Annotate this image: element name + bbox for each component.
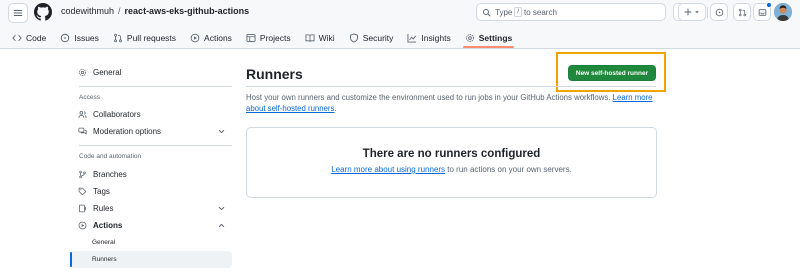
repo-name-link[interactable]: react-aws-eks-github-actions (125, 6, 250, 16)
tab-label: Wiki (318, 32, 335, 43)
tab-label: Actions (204, 32, 232, 43)
sidebar-heading-code: Code and automation (79, 153, 142, 160)
plus-icon (684, 8, 692, 16)
tab-label: Projects (259, 32, 291, 43)
chevron-down-icon (218, 206, 225, 211)
sidebar-item-branches[interactable]: Branches (70, 166, 232, 183)
header-divider (707, 7, 708, 18)
sidebar-item-general[interactable]: General (70, 64, 232, 81)
empty-state-description: Learn more about using runners to run ac… (247, 165, 656, 174)
tab-security[interactable]: Security (345, 27, 398, 48)
hamburger-icon (13, 10, 23, 16)
tab-settings[interactable]: Settings (461, 27, 517, 48)
global-header: codewithmuh / react-aws-eks-github-actions… (0, 0, 800, 48)
avatar[interactable] (774, 3, 792, 21)
sidebar-item-moderation[interactable]: Moderation options (70, 123, 232, 140)
issues-button[interactable] (710, 3, 728, 21)
search-placeholder-suffix: to search (524, 7, 557, 17)
book-icon (305, 33, 315, 42)
pull-request-icon (114, 33, 122, 42)
user-avatar-icon (774, 3, 792, 21)
tab-label: Settings (478, 32, 513, 43)
tab-issues[interactable]: Issues (56, 27, 103, 48)
code-icon (12, 34, 22, 41)
breadcrumb-separator: / (118, 6, 121, 16)
sidebar-item-actions-general[interactable]: General (70, 234, 232, 251)
sidebar-item-label: General (93, 68, 122, 77)
people-icon (78, 111, 87, 118)
tab-label: Insights (421, 32, 451, 43)
tab-code[interactable]: Code (8, 27, 50, 48)
new-self-hosted-runner-button[interactable]: New self-hosted runner (568, 65, 656, 81)
sidebar-divider (79, 86, 232, 87)
sidebar-item-label: Actions (93, 221, 123, 230)
git-branch-icon (79, 170, 86, 179)
issue-opened-icon (715, 8, 723, 16)
tab-pull-requests[interactable]: Pull requests (109, 27, 180, 48)
gear-icon (465, 33, 474, 42)
page-description: Host your own runners and customize the … (246, 92, 658, 114)
page-title: Runners (246, 66, 303, 82)
selected-indicator (70, 252, 72, 267)
tab-label: Code (26, 32, 47, 43)
issue-icon (61, 33, 70, 42)
shield-icon (349, 32, 358, 43)
gear-icon (79, 69, 86, 76)
search-shortcut-key: / (514, 7, 523, 17)
github-logo-icon[interactable] (34, 3, 52, 21)
description-period: . (334, 104, 337, 113)
breadcrumb: codewithmuh / react-aws-eks-github-actions (61, 6, 249, 16)
graph-icon (407, 33, 417, 42)
search-input[interactable]: Type / to search (476, 3, 666, 21)
sidebar-item-label: Branches (93, 170, 127, 179)
sidebar-heading-access: Access (79, 94, 100, 101)
sidebar-item-actions[interactable]: Actions (70, 217, 232, 234)
sidebar-item-tags[interactable]: Tags (70, 183, 232, 200)
pull-requests-button[interactable] (733, 3, 751, 21)
empty-state-suffix: to run actions on your own servers. (447, 165, 572, 174)
play-icon (78, 221, 87, 230)
play-icon (190, 33, 200, 42)
tab-wiki[interactable]: Wiki (301, 27, 339, 48)
sidebar-item-collaborators[interactable]: Collaborators (70, 106, 232, 123)
empty-state-box: There are no runners configured Learn mo… (246, 127, 657, 198)
chevron-up-icon (218, 223, 225, 228)
title-divider (246, 86, 656, 87)
tab-actions[interactable]: Actions (186, 27, 236, 48)
sidebar-item-label: Collaborators (93, 110, 141, 119)
tab-label: Pull requests (126, 32, 177, 43)
repo-tabs: Code Issues Pull requests Actions Projects Wi… (0, 27, 516, 48)
create-new-button[interactable] (678, 3, 706, 21)
repo-push-icon (79, 204, 86, 213)
tab-label: Issues (74, 32, 99, 43)
repo-owner-link[interactable]: codewithmuh (61, 6, 114, 16)
description-text: Host your own runners and customize the … (246, 93, 611, 102)
search-icon (482, 8, 491, 16)
pull-request-icon (738, 8, 746, 16)
sidebar-item-label: Moderation options (93, 127, 162, 136)
tab-projects[interactable]: Projects (242, 27, 295, 48)
table-icon (246, 33, 256, 42)
sidebar-divider (79, 145, 232, 146)
comment-discussion-icon (78, 127, 87, 135)
chevron-down-icon (218, 129, 225, 134)
header-border (0, 48, 800, 49)
tab-label: Security (362, 32, 394, 43)
tab-insights[interactable]: Insights (403, 27, 454, 48)
search-placeholder-prefix: Type (495, 7, 513, 17)
tag-icon (78, 187, 87, 196)
sidebar-item-label: Tags (93, 187, 110, 196)
sidebar-item-runners[interactable]: Runners (70, 251, 232, 268)
caret-down-icon (695, 11, 699, 14)
notification-indicator (766, 2, 772, 8)
inbox-icon (758, 8, 766, 16)
empty-state-title: There are no runners configured (362, 148, 541, 160)
sidebar-item-label: Rules (93, 204, 114, 213)
learn-more-runners-link[interactable]: Learn more about using runners (331, 165, 445, 174)
sidebar-item-rules[interactable]: Rules (70, 200, 232, 217)
menu-button[interactable] (8, 3, 28, 23)
